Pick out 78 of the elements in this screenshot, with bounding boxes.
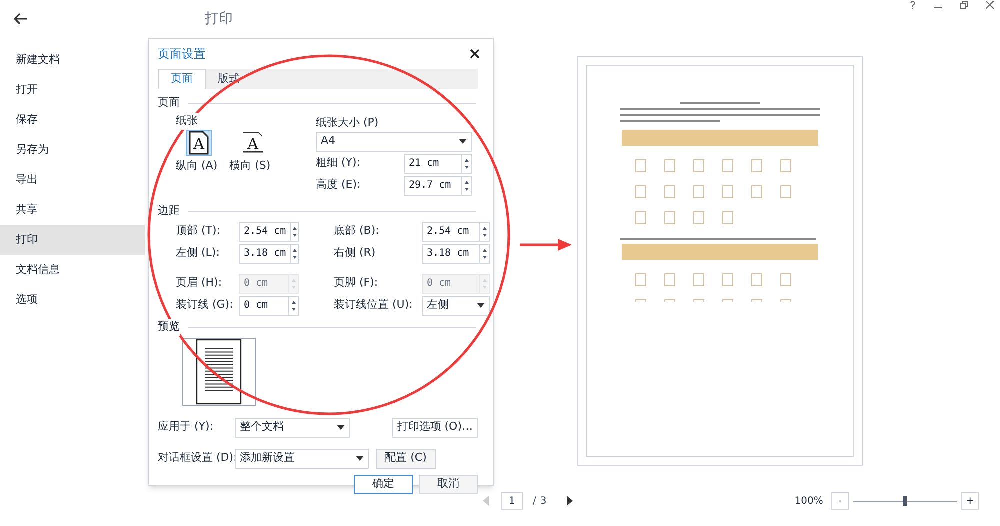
page-number-field[interactable]: 1 — [501, 492, 523, 510]
annotation-arrow — [520, 238, 572, 252]
field-value: 0 cm — [243, 298, 270, 312]
field-value: 3.18 cm — [243, 246, 288, 260]
dropdown-caret-icon — [459, 139, 467, 144]
back-arrow-icon[interactable] — [14, 13, 28, 25]
field-value: 0 cm — [243, 276, 270, 290]
spin-field[interactable]: 2.54 cm — [239, 222, 299, 242]
sidebar-item[interactable]: 打开 — [0, 75, 145, 105]
field-label: 右侧 (R) — [334, 245, 376, 262]
orientation-label[interactable]: 横向 (S) — [230, 158, 271, 174]
field-value: 3.18 cm — [426, 246, 470, 260]
portrait-page-icon[interactable]: A — [186, 130, 212, 156]
dialog-button[interactable]: 确定 — [354, 474, 413, 494]
paper-size-label: 纸张大小 (P) — [316, 115, 380, 131]
field-label: 高度 (E): — [316, 177, 361, 194]
paper-size-dropdown[interactable]: A4 — [316, 132, 472, 152]
close-icon[interactable] — [470, 49, 480, 59]
field-value: 29.7 cm — [408, 178, 452, 192]
sidebar-item[interactable]: 选项 — [0, 285, 145, 315]
dialog-settings-dropdown[interactable]: 添加新设置 — [235, 448, 369, 468]
page-preview-drawing — [196, 338, 242, 404]
field-label: 底部 (B): — [334, 223, 380, 240]
restore-icon[interactable] — [960, 1, 968, 9]
field-label: 装订线位置 (U): — [334, 297, 413, 314]
spin-arrows-icon[interactable] — [461, 154, 471, 172]
spin-arrows-icon[interactable] — [461, 176, 471, 194]
page-title: 打印 — [205, 10, 233, 28]
field-value: 2.54 cm — [426, 224, 470, 238]
paper-label: 纸张 — [176, 113, 198, 130]
spin-field[interactable]: 29.7 cm — [404, 176, 472, 196]
section-heading: 预览 — [158, 319, 180, 336]
field-value: 0 cm — [426, 276, 452, 290]
next-page-icon[interactable] — [566, 496, 573, 506]
field-label: 页脚 (F): — [334, 275, 378, 292]
zoom-in-button[interactable]: + — [961, 492, 980, 510]
gutter-position-dropdown[interactable]: 左侧 — [422, 296, 490, 316]
field-value: 2.54 cm — [243, 224, 288, 238]
sidebar-item[interactable]: 共享 — [0, 195, 145, 225]
zoom-slider-thumb[interactable] — [903, 496, 908, 506]
page-separator: / — [533, 494, 536, 508]
print-options-button[interactable]: 打印选项 (O)… — [392, 418, 478, 438]
sidebar-item[interactable]: 打印 — [0, 225, 145, 255]
page-total: 3 — [540, 494, 547, 508]
orientation-label[interactable]: 纵向 (A) — [176, 158, 218, 174]
dropdown-caret-icon — [337, 425, 345, 430]
field-label: 应用于 (Y): — [158, 419, 215, 436]
field-label: 粗细 (Y): — [316, 155, 361, 172]
spin-field[interactable]: 0 cm — [239, 296, 299, 316]
spin-field[interactable]: 2.54 cm — [422, 222, 490, 242]
field-value: 21 cm — [408, 156, 440, 170]
tab[interactable]: 页面 — [158, 69, 206, 89]
sidebar-item[interactable]: 保存 — [0, 105, 145, 135]
config-button[interactable]: 配置 (C) — [376, 448, 436, 468]
field-label: 页眉 (H): — [176, 275, 222, 292]
help-icon[interactable] — [910, 1, 916, 9]
sidebar-item[interactable]: 导出 — [0, 165, 145, 195]
spin-arrows-icon[interactable] — [479, 222, 489, 240]
apply-to-dropdown[interactable]: 整个文档 — [235, 418, 350, 438]
sidebar-item[interactable]: 新建文档 — [0, 45, 145, 75]
dialog-title: 页面设置 — [158, 46, 206, 63]
spin-arrows-icon[interactable] — [290, 244, 298, 262]
spin-arrows-icon[interactable] — [288, 296, 298, 314]
spin-field[interactable]: 3.18 cm — [239, 244, 299, 264]
zoom-value: 100% — [794, 494, 824, 508]
sidebar-item[interactable]: 文档信息 — [0, 255, 145, 285]
field-label: 顶部 (T): — [176, 223, 221, 240]
spin-field[interactable]: 21 cm — [404, 154, 472, 174]
dialog-button[interactable]: 取消 — [419, 474, 478, 494]
field-label: 左侧 (L): — [176, 245, 220, 262]
spin-arrows-icon[interactable] — [479, 244, 489, 262]
spin-field[interactable]: 3.18 cm — [422, 244, 490, 264]
dropdown-caret-icon — [356, 456, 364, 461]
dropdown-caret-icon — [477, 303, 485, 308]
sidebar-item[interactable]: 另存为 — [0, 135, 145, 165]
spin-arrows-icon[interactable] — [290, 222, 298, 240]
zoom-out-button[interactable]: - — [831, 492, 850, 510]
field-label: 装订线 (G): — [176, 297, 234, 314]
